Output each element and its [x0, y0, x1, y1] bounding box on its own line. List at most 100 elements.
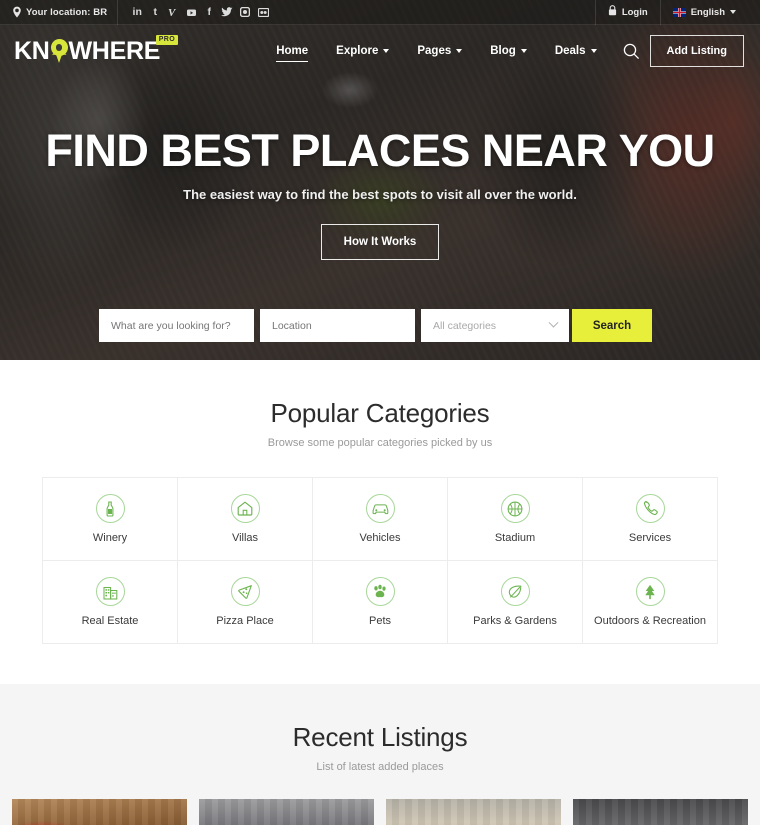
- uk-flag-icon: [672, 7, 686, 17]
- listing-thumbnail: [199, 799, 374, 825]
- car-icon: [365, 494, 395, 523]
- top-bar: Your location: BR in t V f Login English: [0, 0, 760, 25]
- category-item-stadium[interactable]: Stadium: [448, 478, 583, 561]
- how-it-works-button[interactable]: How It Works: [320, 224, 440, 261]
- logo-text-after: WHERE: [68, 36, 161, 65]
- category-grid: Winery Villas Vehicles Stadium Services: [42, 477, 718, 644]
- hero-title: FIND BEST PLACES NEAR YOU: [45, 125, 715, 176]
- login-button[interactable]: Login: [594, 0, 660, 25]
- hero-subtitle: The easiest way to find the best spots t…: [183, 187, 577, 203]
- social-youtube-icon[interactable]: [182, 0, 200, 25]
- phone-icon: [635, 494, 665, 523]
- language-selector[interactable]: English: [659, 0, 748, 25]
- category-item-villas[interactable]: Villas: [178, 478, 313, 561]
- category-label: Pets: [368, 615, 391, 627]
- paw-icon: [365, 577, 395, 606]
- nav-label-blog: Blog: [490, 45, 516, 57]
- topbar-right-group: Login English: [594, 0, 748, 25]
- search-keyword-input[interactable]: [99, 309, 254, 342]
- category-label: Outdoors & Recreation: [594, 615, 706, 627]
- login-label: Login: [621, 6, 648, 18]
- social-tumblr-icon[interactable]: t: [146, 0, 164, 25]
- categories-subtitle: Browse some popular categories picked by…: [267, 437, 493, 449]
- social-flickr-icon[interactable]: [254, 0, 272, 25]
- nav-item-deals[interactable]: Deals: [541, 25, 611, 77]
- listings-row: [12, 799, 748, 825]
- leaf-icon: [500, 577, 530, 606]
- basketball-icon: [500, 494, 530, 523]
- listing-card-3[interactable]: [386, 799, 561, 825]
- listings-title: Recent Listings: [292, 722, 468, 752]
- nav-label-home: Home: [276, 45, 309, 57]
- category-item-outdoors-recreation[interactable]: Outdoors & Recreation: [583, 561, 718, 644]
- map-pin-icon: [12, 6, 22, 18]
- chevron-down-icon: [730, 10, 736, 14]
- nav-item-explore[interactable]: Explore: [322, 25, 403, 77]
- listing-thumbnail: [386, 799, 561, 825]
- nav-item-home[interactable]: Home: [262, 25, 322, 77]
- topbar-divider: [117, 0, 119, 25]
- nav-label-deals: Deals: [554, 45, 586, 57]
- social-facebook-icon[interactable]: f: [200, 0, 218, 25]
- chevron-down-icon: [383, 49, 390, 53]
- logo-text-before: KN: [14, 36, 50, 65]
- social-vimeo-icon[interactable]: V: [164, 0, 182, 25]
- category-item-real-estate[interactable]: Real Estate: [43, 561, 178, 644]
- search-bar: All categories Search: [99, 309, 665, 342]
- location-indicator[interactable]: Your location: BR: [12, 6, 107, 18]
- social-links: in t V f: [128, 0, 272, 25]
- category-label: Vehicles: [359, 532, 401, 544]
- buildings-icon: [95, 577, 125, 606]
- category-item-pets[interactable]: Pets: [313, 561, 448, 644]
- nav-item-pages[interactable]: Pages: [403, 25, 476, 77]
- hero-content: FIND BEST PLACES NEAR YOU The easiest wa…: [0, 77, 760, 261]
- category-item-services[interactable]: Services: [583, 478, 718, 561]
- category-label: Stadium: [494, 532, 536, 544]
- category-item-pizza-place[interactable]: Pizza Place: [178, 561, 313, 644]
- listing-card-4[interactable]: [573, 799, 748, 825]
- wine-bottle-icon: [95, 494, 125, 523]
- category-label: Parks & Gardens: [473, 615, 557, 627]
- listing-card-2[interactable]: [199, 799, 374, 825]
- language-label: English: [690, 6, 725, 18]
- hero-section: Your location: BR in t V f Login English…: [0, 0, 760, 360]
- logo-map-pin-icon: [50, 39, 68, 63]
- listing-thumbnail: [573, 799, 748, 825]
- category-item-winery[interactable]: Winery: [43, 478, 178, 561]
- main-navigation: KN WHERE PRO Home Explore Pages Blog Dea…: [0, 25, 760, 77]
- recent-listings-section: Recent Listings List of latest added pla…: [0, 684, 760, 825]
- category-item-vehicles[interactable]: Vehicles: [313, 478, 448, 561]
- chevron-down-icon: [590, 49, 597, 53]
- category-label: Winery: [92, 532, 128, 544]
- chevron-down-icon: [548, 317, 559, 328]
- search-category-select[interactable]: All categories: [421, 309, 569, 342]
- nav-item-blog[interactable]: Blog: [476, 25, 541, 77]
- social-twitter-icon[interactable]: [218, 0, 236, 25]
- social-instagram-icon[interactable]: [236, 0, 254, 25]
- nav-links: Home Explore Pages Blog Deals Add Listin: [262, 25, 744, 77]
- category-item-parks-gardens[interactable]: Parks & Gardens: [448, 561, 583, 644]
- search-category-value: All categories: [433, 319, 497, 332]
- site-logo[interactable]: KN WHERE PRO: [14, 34, 179, 65]
- categories-title: Popular Categories: [270, 398, 490, 428]
- tree-icon: [635, 577, 665, 606]
- lock-icon: [608, 5, 617, 19]
- category-label: Pizza Place: [216, 615, 274, 627]
- search-icon[interactable]: [623, 43, 640, 60]
- location-label: Your location: BR: [26, 6, 108, 18]
- pizza-slice-icon: [230, 577, 260, 606]
- listings-subtitle: List of latest added places: [316, 761, 444, 773]
- popular-categories-section: Popular Categories Browse some popular c…: [0, 360, 760, 684]
- search-submit-button[interactable]: Search: [572, 309, 652, 342]
- search-location-input[interactable]: [260, 309, 415, 342]
- nav-label-explore: Explore: [336, 45, 379, 57]
- social-linkedin-icon[interactable]: in: [128, 0, 146, 25]
- category-label: Villas: [231, 532, 259, 544]
- listing-thumbnail: [12, 799, 187, 825]
- category-label: Services: [628, 532, 672, 544]
- listing-card-1[interactable]: [12, 799, 187, 825]
- pro-badge: PRO: [155, 34, 179, 45]
- house-icon: [230, 494, 260, 523]
- add-listing-button[interactable]: Add Listing: [649, 35, 744, 67]
- chevron-down-icon: [520, 49, 527, 53]
